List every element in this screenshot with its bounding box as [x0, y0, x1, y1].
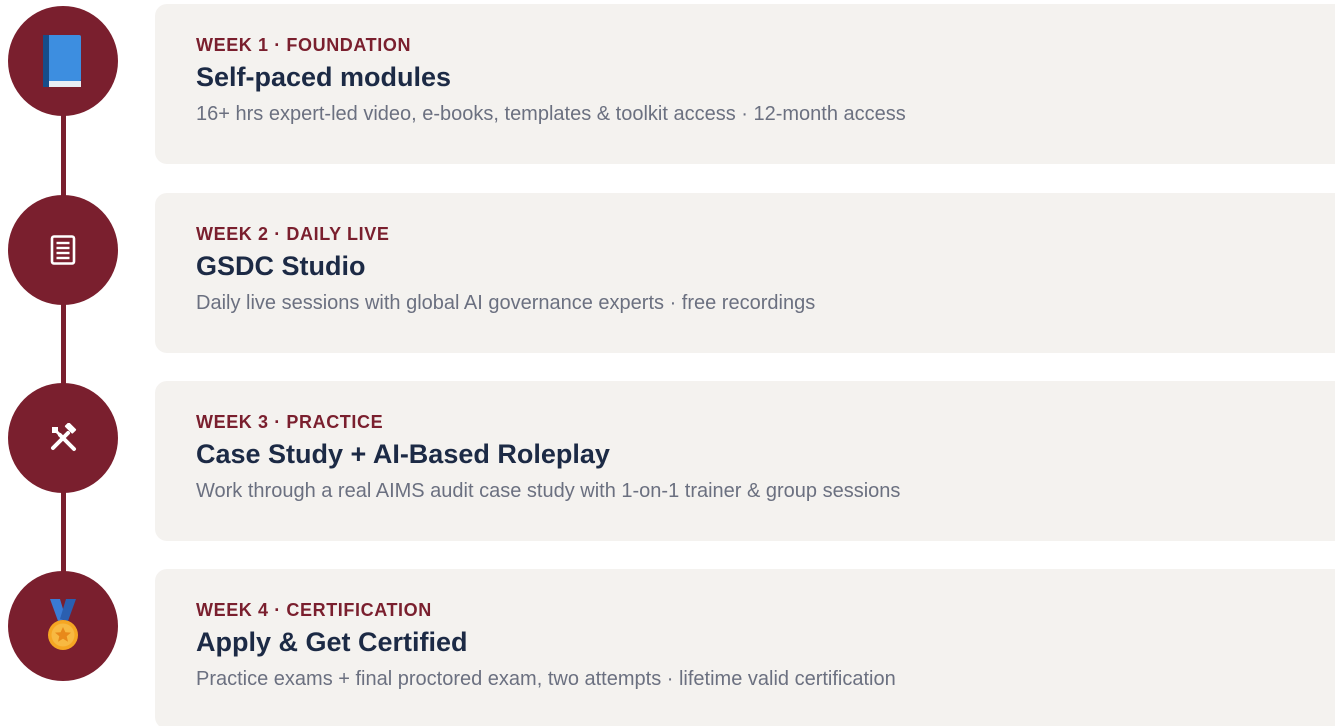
- step-title: Apply & Get Certified: [196, 627, 468, 657]
- week-label: WEEK 2 · DAILY LIVE: [196, 224, 390, 244]
- step-node: [8, 383, 118, 493]
- step-description: 16+ hrs expert-led video, e-books, templ…: [196, 103, 906, 125]
- step-description: Practice exams + final proctored exam, t…: [196, 668, 896, 690]
- book-icon: [43, 35, 81, 87]
- step-node: [8, 195, 118, 305]
- medal-icon: [48, 599, 78, 650]
- tools-icon: [51, 423, 77, 451]
- step-node: [8, 6, 118, 116]
- step-node: [8, 571, 118, 681]
- step-card: WEEK 3 · PRACTICE Case Study + AI-Based …: [155, 381, 1335, 541]
- week-label: WEEK 3 · PRACTICE: [196, 412, 384, 432]
- step-title: Case Study + AI-Based Roleplay: [196, 439, 610, 469]
- learning-path-timeline: WEEK 1 · FOUNDATION Self-paced modules 1…: [0, 0, 1335, 726]
- step-card: WEEK 1 · FOUNDATION Self-paced modules 1…: [155, 4, 1335, 164]
- step-title: Self-paced modules: [196, 62, 452, 92]
- step-card: WEEK 2 · DAILY LIVE GSDC Studio Daily li…: [155, 193, 1335, 353]
- desktop-computer-icon: [50, 235, 76, 265]
- timeline-step-week-4: WEEK 4 · CERTIFICATION Apply & Get Certi…: [0, 569, 1335, 726]
- timeline-step-week-1: WEEK 1 · FOUNDATION Self-paced modules 1…: [0, 4, 1335, 164]
- step-description: Work through a real AIMS audit case stud…: [196, 480, 901, 502]
- timeline-step-week-3: WEEK 3 · PRACTICE Case Study + AI-Based …: [0, 381, 1335, 541]
- step-title: GSDC Studio: [196, 251, 366, 281]
- week-label: WEEK 1 · FOUNDATION: [196, 35, 412, 55]
- week-label: WEEK 4 · CERTIFICATION: [196, 600, 432, 620]
- step-description: Daily live sessions with global AI gover…: [196, 292, 816, 314]
- timeline-step-week-2: WEEK 2 · DAILY LIVE GSDC Studio Daily li…: [0, 193, 1335, 353]
- step-card: WEEK 4 · CERTIFICATION Apply & Get Certi…: [155, 569, 1335, 726]
